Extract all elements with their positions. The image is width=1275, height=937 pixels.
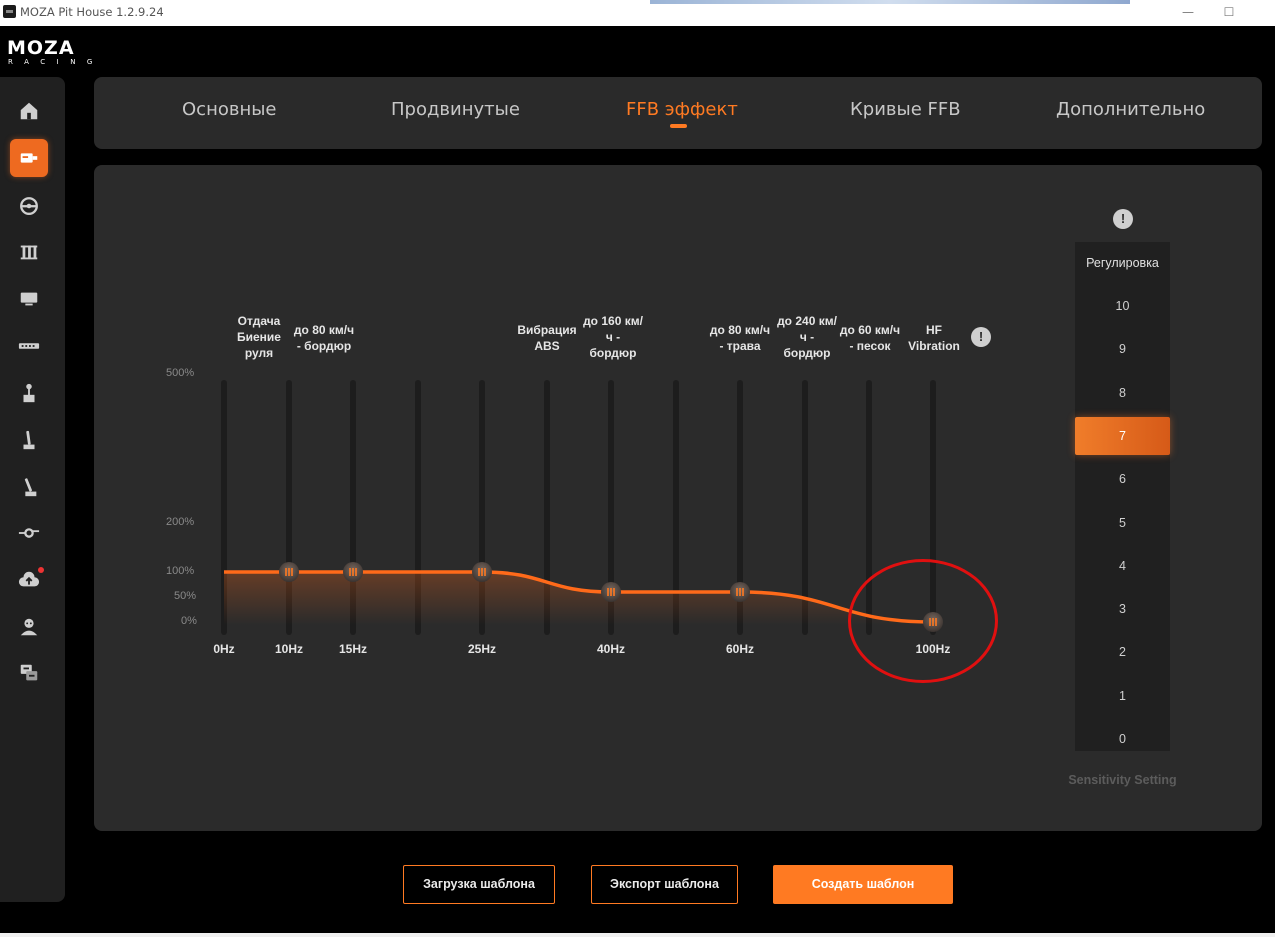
sensitivity-level-8[interactable]: 8 (1075, 386, 1170, 400)
y-tick-500: 500% (166, 367, 195, 379)
bottom-edge (0, 933, 1275, 937)
sensitivity-level-2[interactable]: 2 (1075, 645, 1170, 659)
x-tick-15hz: 15Hz (338, 642, 367, 656)
band-label-abs: Вибрация ABS (517, 323, 577, 353)
band-label-curb-80: до 80 км/ч - бордюр (293, 323, 355, 353)
eq-knob-40hz[interactable] (601, 582, 621, 602)
band-label-steering: Отдача Биение руля (237, 314, 281, 360)
sensitivity-caption: Sensitivity Setting (1068, 773, 1177, 787)
sensitivity-level-6[interactable]: 6 (1075, 472, 1170, 486)
sensitivity-level-0[interactable]: 0 (1075, 732, 1170, 746)
sensitivity-level-9[interactable]: 9 (1075, 342, 1170, 356)
band-label-sand-60: до 60 км/ч - песок (839, 323, 901, 353)
y-tick-100: 100% (166, 565, 195, 577)
band-label-grass-80: до 80 км/ч - трава (709, 323, 771, 353)
eq-knob-60hz[interactable] (730, 582, 750, 602)
y-tick-50: 50% (174, 590, 197, 602)
sensitivity-title: Регулировка (1086, 256, 1159, 270)
sensitivity-level-5[interactable]: 5 (1075, 516, 1170, 530)
y-tick-0: 0% (181, 615, 197, 627)
sensitivity-level-10[interactable]: 10 (1075, 299, 1170, 313)
info-icon[interactable]: ! (971, 327, 991, 347)
curve-fill (224, 572, 933, 625)
x-tick-25hz: 25Hz (467, 642, 496, 656)
sensitivity-level-7[interactable]: 7 (1075, 416, 1170, 455)
red-annotation-circle (848, 559, 998, 683)
sensitivity-level-1[interactable]: 1 (1075, 689, 1170, 703)
sensitivity-info-icon[interactable]: ! (1113, 209, 1133, 229)
load-template-button[interactable]: Загрузка шаблона (403, 865, 555, 904)
x-tick-60hz: 60Hz (725, 642, 754, 656)
sensitivity-level-3[interactable]: 3 (1075, 602, 1170, 616)
eq-knob-15hz[interactable] (343, 562, 363, 582)
sensitivity-level-4[interactable]: 4 (1075, 559, 1170, 573)
x-tick-10hz: 10Hz (274, 642, 303, 656)
y-tick-200: 200% (166, 516, 195, 528)
band-label-hf-vibration: HF Vibration (908, 323, 960, 353)
x-tick-0hz: 0Hz (213, 642, 235, 656)
sensitivity-selector: Регулировка 10 9 8 7 6 5 4 3 2 1 0 (1075, 242, 1170, 751)
band-label-curb-160: до 160 км/ ч - бордюр (583, 314, 643, 360)
eq-knob-10hz[interactable] (279, 562, 299, 582)
create-template-button[interactable]: Создать шаблон (773, 865, 953, 904)
export-template-button[interactable]: Экспорт шаблона (591, 865, 738, 904)
eq-knob-25hz[interactable] (472, 562, 492, 582)
x-tick-40hz: 40Hz (596, 642, 625, 656)
